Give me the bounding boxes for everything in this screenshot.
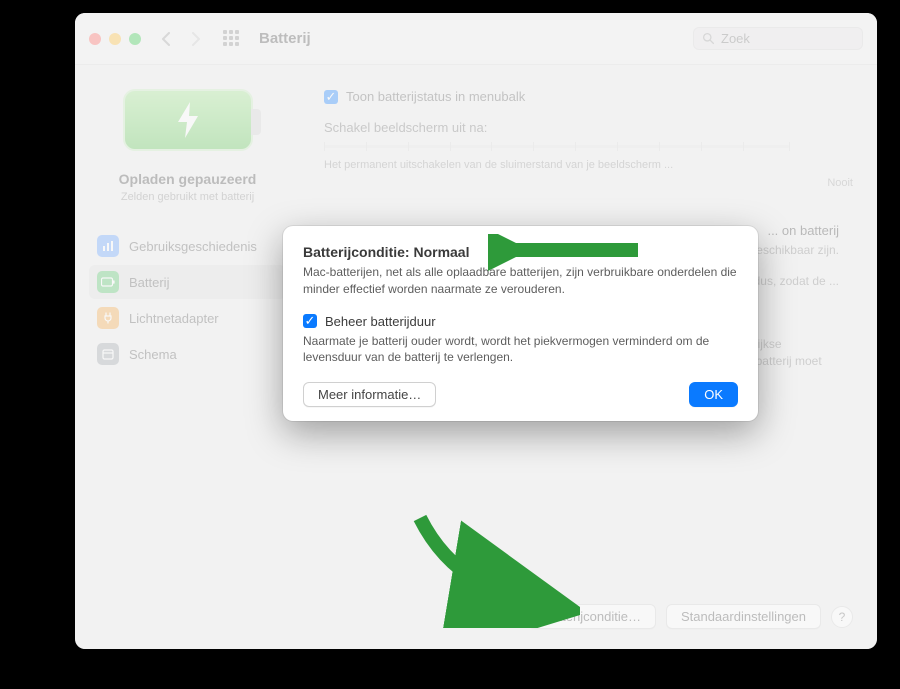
battery-condition-button[interactable]: Batterijconditie… [528,604,656,629]
more-info-button[interactable]: Meer informatie… [303,382,436,407]
forward-button[interactable] [185,28,207,50]
sidebar-item-usage-history[interactable]: Gebruiksgeschiedenis [89,229,286,263]
plug-icon [97,307,119,329]
sidebar: Opladen gepauzeerd Zelden gebruikt met b… [75,65,300,649]
sidebar-item-label: Schema [129,347,177,362]
dialog-description: Mac-batterijen, net als alle oplaadbare … [303,264,738,298]
window-controls [89,33,141,45]
toolbar: Batterij [75,13,877,65]
back-button[interactable] [155,28,177,50]
sidebar-item-power-adapter[interactable]: Lichtnetadapter [89,301,286,335]
show-all-icon[interactable] [223,30,241,48]
page-title: Batterij [259,30,311,47]
sidebar-item-battery[interactable]: Batterij [89,265,286,299]
search-icon [702,32,715,45]
zoom-icon[interactable] [129,33,141,45]
sidebar-item-schedule[interactable]: Schema [89,337,286,371]
help-icon: ? [839,610,846,624]
restore-defaults-button[interactable]: Standaardinstellingen [666,604,821,629]
close-icon[interactable] [89,33,101,45]
calendar-icon [97,343,119,365]
button-label: Standaardinstellingen [681,609,806,624]
button-label: Meer informatie… [318,387,421,402]
manage-battery-description: Naarmate je batterij ouder wordt, wordt … [303,333,738,367]
help-button[interactable]: ? [831,606,853,628]
checkbox-label: Beheer batterijduur [325,314,436,329]
checkmark-icon: ✓ [303,314,317,328]
charging-status-subtitle: Zelden gebruikt met batterij [121,191,254,203]
sidebar-item-label: Lichtnetadapter [129,311,219,326]
minimize-icon[interactable] [109,33,121,45]
battery-icon [97,271,119,293]
sleep-warning-text: Het permanent uitschakelen van de sluime… [324,158,839,173]
slider-max-label: Nooit [827,177,853,189]
battery-illustration [123,89,253,151]
ok-button[interactable]: OK [689,382,738,407]
battery-condition-dialog: Batterijconditie: Normaal Mac-batterijen… [283,226,758,421]
checkbox-show-menubar[interactable]: ✓ Toon batterijstatus in menubalk [324,89,853,104]
dialog-title: Batterijconditie: Normaal [303,244,738,260]
bolt-icon [176,102,200,138]
search-field[interactable] [693,27,863,50]
search-input[interactable] [721,31,854,46]
button-label: OK [704,387,723,402]
button-label: Batterijconditie… [543,609,641,624]
charging-status-title: Opladen gepauzeerd [119,171,257,187]
sidebar-item-label: Gebruiksgeschiedenis [129,239,257,254]
chart-icon [97,235,119,257]
display-off-slider[interactable] [324,145,789,148]
checkmark-icon: ✓ [324,90,338,104]
display-off-label: Schakel beeldscherm uit na: [324,120,853,135]
checkbox-label: Toon batterijstatus in menubalk [346,89,525,104]
checkbox-manage-battery[interactable]: ✓ Beheer batterijduur [303,314,738,329]
sidebar-item-label: Batterij [129,275,169,290]
